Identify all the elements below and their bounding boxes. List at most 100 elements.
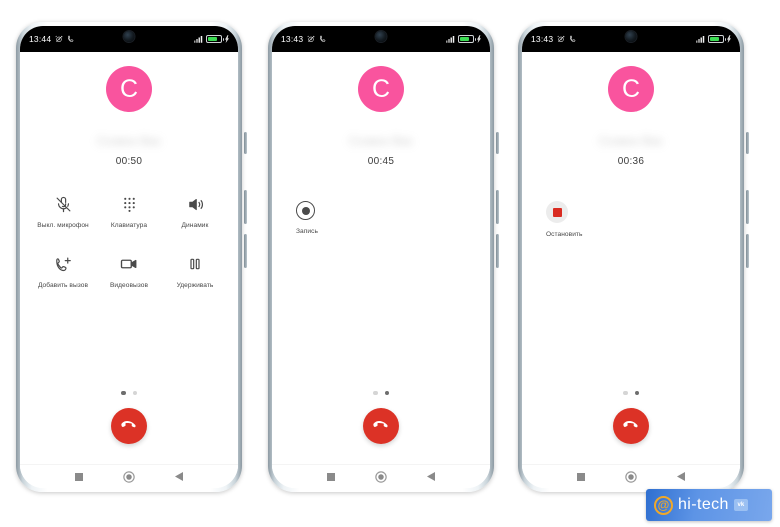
phone-2-bottom xyxy=(272,390,490,488)
phone-1-call-screen: C Созвон Вас 00:50 Выкл. микрофон Клавиа… xyxy=(20,52,238,488)
signal-bars-icon xyxy=(194,35,203,43)
action-add-call[interactable]: Добавить вызов xyxy=(30,253,96,289)
phone-1-side-button-power[interactable] xyxy=(244,132,247,154)
mic-off-icon xyxy=(55,193,72,215)
end-call-button[interactable] xyxy=(613,408,649,444)
page-dot-2[interactable] xyxy=(634,390,639,395)
call-actions-grid: Выкл. микрофон Клавиатура Динамик Добави… xyxy=(20,193,238,289)
alarm-off-icon xyxy=(557,35,565,43)
avatar: C xyxy=(106,66,152,112)
back-triangle-icon[interactable] xyxy=(677,472,685,481)
phone-call-icon xyxy=(319,35,327,43)
home-circle-icon[interactable] xyxy=(625,470,637,483)
phone-3-side-button-power[interactable] xyxy=(746,132,749,154)
action-label: Видеовызов xyxy=(109,282,149,289)
status-bar-clock: 13:44 xyxy=(29,34,52,44)
status-bar-left: 13:43 xyxy=(531,34,577,44)
contact-name: Созвон Вас xyxy=(598,134,664,148)
watermark-brand: hi-tech xyxy=(678,496,729,513)
page-dot-2[interactable] xyxy=(384,390,389,395)
action-stop-recording[interactable]: Остановить xyxy=(522,201,740,238)
alarm-off-icon xyxy=(55,35,63,43)
end-call-button[interactable] xyxy=(111,408,147,444)
recents-square-icon[interactable] xyxy=(577,472,585,481)
status-bar-right xyxy=(696,35,731,43)
status-bar-clock: 13:43 xyxy=(531,34,554,44)
phone-1-navigation-bar xyxy=(20,464,238,488)
back-triangle-icon[interactable] xyxy=(427,472,435,481)
phone-1-side-button-volume-up[interactable] xyxy=(244,190,247,224)
front-camera-icon xyxy=(375,31,387,42)
call-timer: 00:45 xyxy=(367,156,395,167)
contact-name: Созвон Вас xyxy=(348,134,414,148)
phone-3-side-button-volume-down[interactable] xyxy=(746,234,749,268)
battery-icon xyxy=(458,35,476,43)
phone-1-bottom xyxy=(20,390,238,488)
battery-icon xyxy=(708,35,726,43)
back-triangle-icon[interactable] xyxy=(175,472,183,481)
action-label: Динамик xyxy=(181,222,209,229)
avatar: C xyxy=(608,66,654,112)
stop-icon xyxy=(546,201,568,223)
action-record[interactable]: Запись xyxy=(272,201,490,235)
action-label: Выкл. микрофон xyxy=(37,222,89,229)
charging-icon xyxy=(225,35,229,43)
end-call-icon xyxy=(373,421,388,428)
phone-2-side-button-power[interactable] xyxy=(496,132,499,154)
call-timer: 00:36 xyxy=(617,156,645,167)
phone-3-navigation-bar xyxy=(522,464,740,488)
screenshot-stage: 13:44 C Созвон Вас 00:50 Выкл. микрофон … xyxy=(0,0,780,527)
recents-square-icon[interactable] xyxy=(327,472,335,481)
end-call-icon xyxy=(121,421,136,428)
pause-icon xyxy=(187,253,203,275)
phone-2-navigation-bar xyxy=(272,464,490,488)
page-dot-1[interactable] xyxy=(373,390,378,395)
charging-icon xyxy=(727,35,731,43)
action-label: Удерживать xyxy=(176,282,214,289)
phone-3-bottom xyxy=(522,390,740,488)
contact-name: Созвон Вас xyxy=(96,134,162,148)
alarm-off-icon xyxy=(307,35,315,43)
phone-2-call-screen: C Созвон Вас 00:45 Запись xyxy=(272,52,490,488)
recents-square-icon[interactable] xyxy=(75,472,83,481)
end-call-button[interactable] xyxy=(363,408,399,444)
action-mute-microphone[interactable]: Выкл. микрофон xyxy=(30,193,96,229)
page-dot-1[interactable] xyxy=(623,390,628,395)
status-bar-right xyxy=(194,35,229,43)
phone-3-status-bar: 13:43 xyxy=(522,26,740,52)
phone-2-side-button-volume-down[interactable] xyxy=(496,234,499,268)
at-sign-icon: @ xyxy=(654,495,673,515)
phone-3-screen: 13:43 C Созвон Вас 00:36 Остановить xyxy=(522,26,740,488)
action-label: Добавить вызов xyxy=(37,282,89,289)
phone-1: 13:44 C Созвон Вас 00:50 Выкл. микрофон … xyxy=(16,22,247,492)
video-call-icon xyxy=(120,253,138,275)
status-bar-left: 13:44 xyxy=(29,34,75,44)
action-video-call[interactable]: Видеовызов xyxy=(96,253,162,289)
add-call-icon xyxy=(55,253,72,275)
action-speaker[interactable]: Динамик xyxy=(162,193,228,229)
home-circle-icon[interactable] xyxy=(123,470,135,483)
page-dot-2[interactable] xyxy=(132,390,137,395)
phone-3-call-screen: C Созвон Вас 00:36 Остановить xyxy=(522,52,740,488)
phone-2-side-button-volume-up[interactable] xyxy=(496,190,499,224)
phone-1-screen: 13:44 C Созвон Вас 00:50 Выкл. микрофон … xyxy=(20,26,238,488)
page-indicator xyxy=(623,390,639,395)
action-label: Клавиатура xyxy=(110,222,148,229)
action-dialpad[interactable]: Клавиатура xyxy=(96,193,162,229)
page-indicator xyxy=(373,390,389,395)
phone-1-status-bar: 13:44 xyxy=(20,26,238,52)
action-hold[interactable]: Удерживать xyxy=(162,253,228,289)
phone-2-screen: 13:43 C Созвон Вас 00:45 Запись xyxy=(272,26,490,488)
phone-3: 13:43 C Созвон Вас 00:36 Остановить xyxy=(518,22,749,492)
charging-icon xyxy=(477,35,481,43)
speaker-icon xyxy=(187,193,204,215)
action-label: Запись xyxy=(296,228,318,235)
signal-bars-icon xyxy=(696,35,705,43)
page-dot-1[interactable] xyxy=(121,390,126,395)
phone-1-side-button-volume-down[interactable] xyxy=(244,234,247,268)
phone-3-side-button-volume-up[interactable] xyxy=(746,190,749,224)
front-camera-icon xyxy=(625,31,637,42)
home-circle-icon[interactable] xyxy=(375,470,387,483)
phone-2: 13:43 C Созвон Вас 00:45 Запись xyxy=(268,22,499,492)
battery-icon xyxy=(206,35,224,43)
